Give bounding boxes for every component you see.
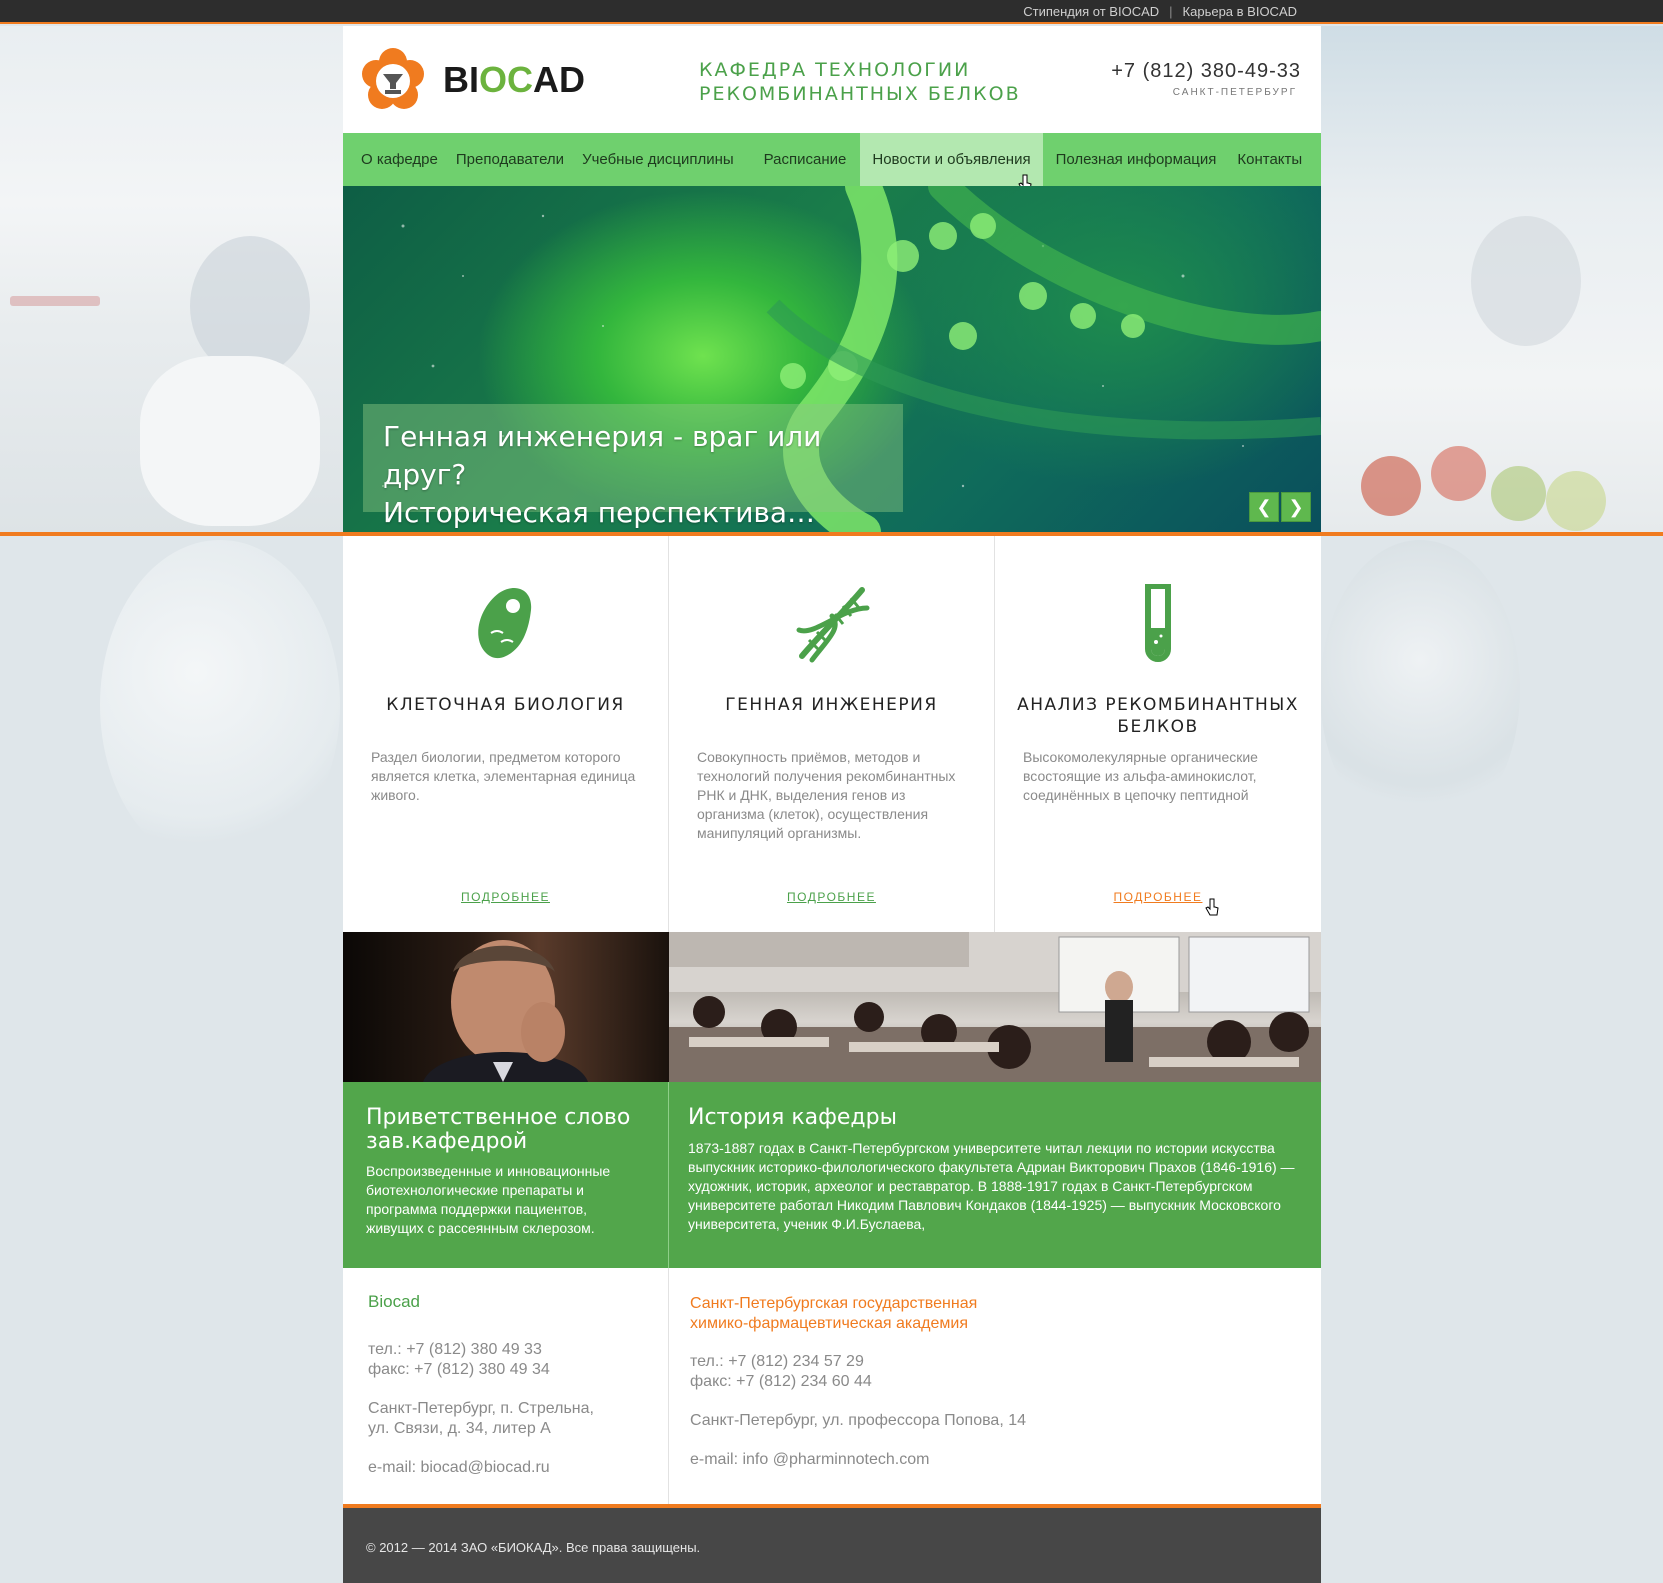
brand-part-b: OC	[479, 59, 533, 100]
feature-title: АНАЛИЗ РЕКОМБИНАНТНЫХ БЕЛКОВ	[1017, 695, 1299, 737]
lab-coat-silhouette	[140, 356, 320, 526]
more-link[interactable]: ПОДРОБНЕЕ	[343, 890, 668, 904]
feature-card-protein-analysis: АНАЛИЗ РЕКОМБИНАНТНЫХ БЕЛКОВ Высокомолек…	[995, 536, 1321, 932]
biocad-logo[interactable]: BIOCAD	[361, 48, 585, 112]
site-footer: © 2012 — 2014 ЗАО «БИОКАД». Все права за…	[343, 1508, 1321, 1583]
brand-part-a: BI	[443, 59, 479, 100]
background-dna-right	[1320, 540, 1520, 840]
top-links: Стипендия от BIOCAD | Карьера в BIOCAD	[1023, 4, 1297, 19]
header-phone[interactable]: +7 (812) 380-49-33	[1111, 60, 1301, 83]
test-tube-icon	[1145, 584, 1171, 662]
career-link[interactable]: Карьера в BIOCAD	[1183, 4, 1297, 19]
nav-item-contacts[interactable]: Контакты	[1228, 133, 1311, 186]
vegetable-decoration	[1431, 446, 1486, 501]
main-navigation: О кафедре Преподаватели Учебные дисципли…	[343, 133, 1321, 192]
contact-title: Biocad	[368, 1292, 420, 1311]
hero-caption-line1: Генная инженерия - враг или друг?	[383, 420, 822, 491]
dna-icon	[796, 587, 869, 663]
feature-cards: КЛЕТОЧНАЯ БИОЛОГИЯ Раздел биологии, пред…	[343, 536, 1321, 932]
feature-card-genetic-engineering: ГЕННАЯ ИНЖЕНЕРИЯ Совокупность приёмов, м…	[669, 536, 995, 932]
contact-biocad: Biocad тел.: +7 (812) 380 49 33 факс: +7…	[343, 1268, 669, 1504]
background-lab-photo-left	[0, 26, 343, 534]
header-contact: +7 (812) 380-49-33 САНКТ-ПЕТЕРБУРГ	[1111, 60, 1301, 98]
contact-title-line2: химико-фармацевтическая академия	[690, 1315, 969, 1332]
contact-address-line1: Санкт-Петербург, п. Стрельна,	[368, 1400, 594, 1417]
lab-rack-decoration	[10, 296, 100, 306]
nav-item-news[interactable]: Новости и объявления	[860, 133, 1043, 186]
background-lab-photo-right	[1321, 26, 1663, 534]
chevron-left-icon: ❮	[1256, 496, 1272, 517]
welcome-block-content: Приветственное слово зав.кафедрой Воспро…	[366, 1106, 648, 1238]
feature-description: Высокомолекулярные органические всостоящ…	[1023, 749, 1258, 803]
welcome-text: Воспроизведенные и инновационные биотехн…	[366, 1163, 611, 1236]
contact-email[interactable]: e-mail: info @pharminnotech.com	[690, 1450, 1026, 1470]
link-separator: |	[1169, 4, 1173, 19]
classroom-photo[interactable]	[669, 932, 1321, 1082]
promo-blocks: Приветственное слово зав.кафедрой Воспро…	[343, 1082, 1321, 1268]
promo-photos	[343, 932, 1321, 1082]
more-link[interactable]: ПОДРОБНЕЕ	[669, 890, 994, 904]
feature-description: Совокупность приёмов, методов и технолог…	[697, 749, 956, 841]
slider-prev-button[interactable]: ❮	[1249, 492, 1279, 522]
classroom-illustration	[669, 932, 1321, 1082]
welcome-title: Приветственное слово зав.кафедрой	[366, 1105, 631, 1154]
contact-address-line2: ул. Связи, д. 34, литер А	[368, 1420, 551, 1437]
cell-icon	[477, 588, 531, 659]
contact-address: Санкт-Петербург, ул. профессора Попова, …	[690, 1412, 1027, 1429]
contact-title-line1: Санкт-Петербургская государственная	[690, 1295, 978, 1312]
scholarship-link[interactable]: Стипендия от BIOCAD	[1023, 4, 1159, 19]
nav-item-teachers[interactable]: Преподаватели	[447, 133, 573, 186]
contact-biocad-content: Biocad тел.: +7 (812) 380 49 33 факс: +7…	[368, 1292, 594, 1478]
history-block-content: История кафедры 1873-1887 годах в Санкт-…	[688, 1106, 1301, 1234]
department-title: КАФЕДРА ТЕХНОЛОГИИ РЕКОМБИНАНТНЫХ БЕЛКОВ	[699, 58, 1021, 106]
site-header: BIOCAD КАФЕДРА ТЕХНОЛОГИИ РЕКОМБИНАНТНЫХ…	[343, 26, 1321, 133]
contact-email[interactable]: e-mail: biocad@biocad.ru	[368, 1458, 594, 1478]
chevron-right-icon: ❯	[1288, 496, 1304, 517]
contact-academy-content: Санкт-Петербургская государственная хими…	[690, 1294, 1026, 1470]
header-city: САНКТ-ПЕТЕРБУРГ	[1172, 87, 1297, 98]
welcome-block[interactable]: Приветственное слово зав.кафедрой Воспро…	[343, 1082, 669, 1268]
contact-academy: Санкт-Петербургская государственная хими…	[669, 1268, 1321, 1504]
head-of-department-photo[interactable]	[343, 932, 669, 1082]
vegetable-decoration	[1491, 466, 1546, 521]
hero-slider: Генная инженерия - враг или друг? Истори…	[343, 186, 1321, 532]
contacts-section: Biocad тел.: +7 (812) 380 49 33 факс: +7…	[343, 1268, 1321, 1504]
department-title-line2: РЕКОМБИНАНТНЫХ БЕЛКОВ	[699, 83, 1021, 105]
brand-name: BIOCAD	[443, 59, 585, 101]
hero-caption[interactable]: Генная инженерия - враг или друг? Истори…	[363, 404, 903, 529]
nav-item-useful-info[interactable]: Полезная информация	[1043, 133, 1229, 186]
brand-part-c: AD	[533, 59, 585, 100]
nav-item-disciplines[interactable]: Учебные дисциплины	[573, 133, 743, 186]
history-block[interactable]: История кафедры 1873-1887 годах в Санкт-…	[669, 1082, 1321, 1268]
scientist-silhouette	[190, 236, 310, 376]
vegetable-decoration	[1546, 471, 1606, 531]
history-text: 1873-1887 годах в Санкт-Петербургском ун…	[688, 1140, 1295, 1232]
feature-title: ГЕННАЯ ИНЖЕНЕРИЯ	[725, 695, 938, 715]
portrait-illustration	[423, 940, 588, 1082]
hero-caption-line2: Историческая перспектива…	[383, 496, 816, 529]
top-utility-bar: Стипендия от BIOCAD | Карьера в BIOCAD	[0, 0, 1663, 24]
more-link[interactable]: ПОДРОБНЕЕ	[995, 890, 1321, 904]
contact-phone: тел.: +7 (812) 234 57 29	[690, 1353, 864, 1370]
nav-item-about[interactable]: О кафедре	[343, 133, 447, 186]
nav-item-schedule[interactable]: Расписание	[755, 133, 861, 186]
feature-title: КЛЕТОЧНАЯ БИОЛОГИЯ	[386, 695, 625, 715]
contact-fax: факс: +7 (812) 234 60 44	[690, 1373, 872, 1390]
contact-fax: факс: +7 (812) 380 49 34	[368, 1361, 550, 1378]
main-container: BIOCAD КАФЕДРА ТЕХНОЛОГИИ РЕКОМБИНАНТНЫХ…	[343, 26, 1321, 1583]
scientist-silhouette	[1471, 216, 1581, 346]
department-title-line1: КАФЕДРА ТЕХНОЛОГИИ	[699, 59, 971, 81]
slider-next-button[interactable]: ❯	[1281, 492, 1311, 522]
contact-phone: тел.: +7 (812) 380 49 33	[368, 1341, 542, 1358]
feature-description: Раздел биологии, предметом которого явля…	[371, 749, 636, 803]
copyright-text: © 2012 — 2014 ЗАО «БИОКАД». Все права за…	[366, 1540, 701, 1555]
vegetable-decoration	[1361, 456, 1421, 516]
background-dna-left	[100, 540, 340, 870]
feature-card-cell-biology: КЛЕТОЧНАЯ БИОЛОГИЯ Раздел биологии, пред…	[343, 536, 669, 932]
flask-flower-logo-icon	[361, 48, 425, 112]
hand-cursor-icon	[1205, 898, 1219, 916]
history-title: История кафедры	[688, 1105, 897, 1130]
